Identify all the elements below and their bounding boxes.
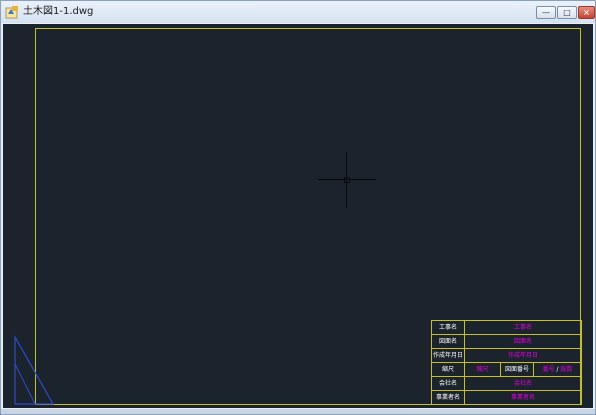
minimize-button[interactable]: — <box>536 6 556 19</box>
project-label: 工事名 <box>431 320 465 335</box>
office-label: 事業者名 <box>431 390 465 405</box>
page-current: 番号 <box>542 365 555 373</box>
title-block-row-office: 事業者名 事業者名 <box>431 390 583 405</box>
title-bar[interactable]: 土木図1-1.dwg — □ × <box>1 1 595 23</box>
close-icon: × <box>583 8 590 17</box>
maximize-icon: □ <box>563 8 571 17</box>
title-block-row-date: 作成年月日 作成年月日 <box>431 348 583 363</box>
cad-window: 土木図1-1.dwg — □ × 工事名 工事名 図面名 図面名 作成年月日 作… <box>0 0 596 415</box>
ucs-icon <box>14 334 55 405</box>
crosshair-pickbox <box>344 177 350 183</box>
title-block-row-company: 会社名 会社名 <box>431 376 583 391</box>
autocad-file-icon <box>5 6 18 19</box>
drawing-label: 図面名 <box>431 334 465 349</box>
project-value: 工事名 <box>463 320 583 335</box>
scale-label: 縮尺 <box>431 362 465 377</box>
maximize-button[interactable]: □ <box>557 6 577 19</box>
title-block-table: 工事名 工事名 図面名 図面名 作成年月日 作成年月日 縮尺 縮尺 図面番号 番… <box>431 320 583 405</box>
title-block-row-drawing: 図面名 図面名 <box>431 334 583 349</box>
window-title: 土木図1-1.dwg <box>23 6 94 17</box>
status-strip <box>1 409 595 414</box>
scale-value: 縮尺 <box>464 362 501 377</box>
drawing-value: 図面名 <box>463 334 583 349</box>
close-button[interactable]: × <box>578 6 595 19</box>
company-label: 会社名 <box>431 376 465 391</box>
drawing-number-label: 図面番号 <box>500 362 534 377</box>
minimize-icon: — <box>542 8 550 17</box>
office-value: 事業者名 <box>463 390 583 405</box>
drawing-canvas[interactable]: 工事名 工事名 図面名 図面名 作成年月日 作成年月日 縮尺 縮尺 図面番号 番… <box>3 24 593 408</box>
drawing-number-value: 番号 / 総数 <box>532 362 583 377</box>
page-total: 総数 <box>560 365 573 373</box>
title-block-row-project: 工事名 工事名 <box>431 320 583 335</box>
date-label: 作成年月日 <box>431 348 465 363</box>
date-value: 作成年月日 <box>463 348 583 363</box>
company-value: 会社名 <box>463 376 583 391</box>
page-separator: / <box>556 365 559 373</box>
title-block-row-scale: 縮尺 縮尺 図面番号 番号 / 総数 <box>431 362 583 377</box>
